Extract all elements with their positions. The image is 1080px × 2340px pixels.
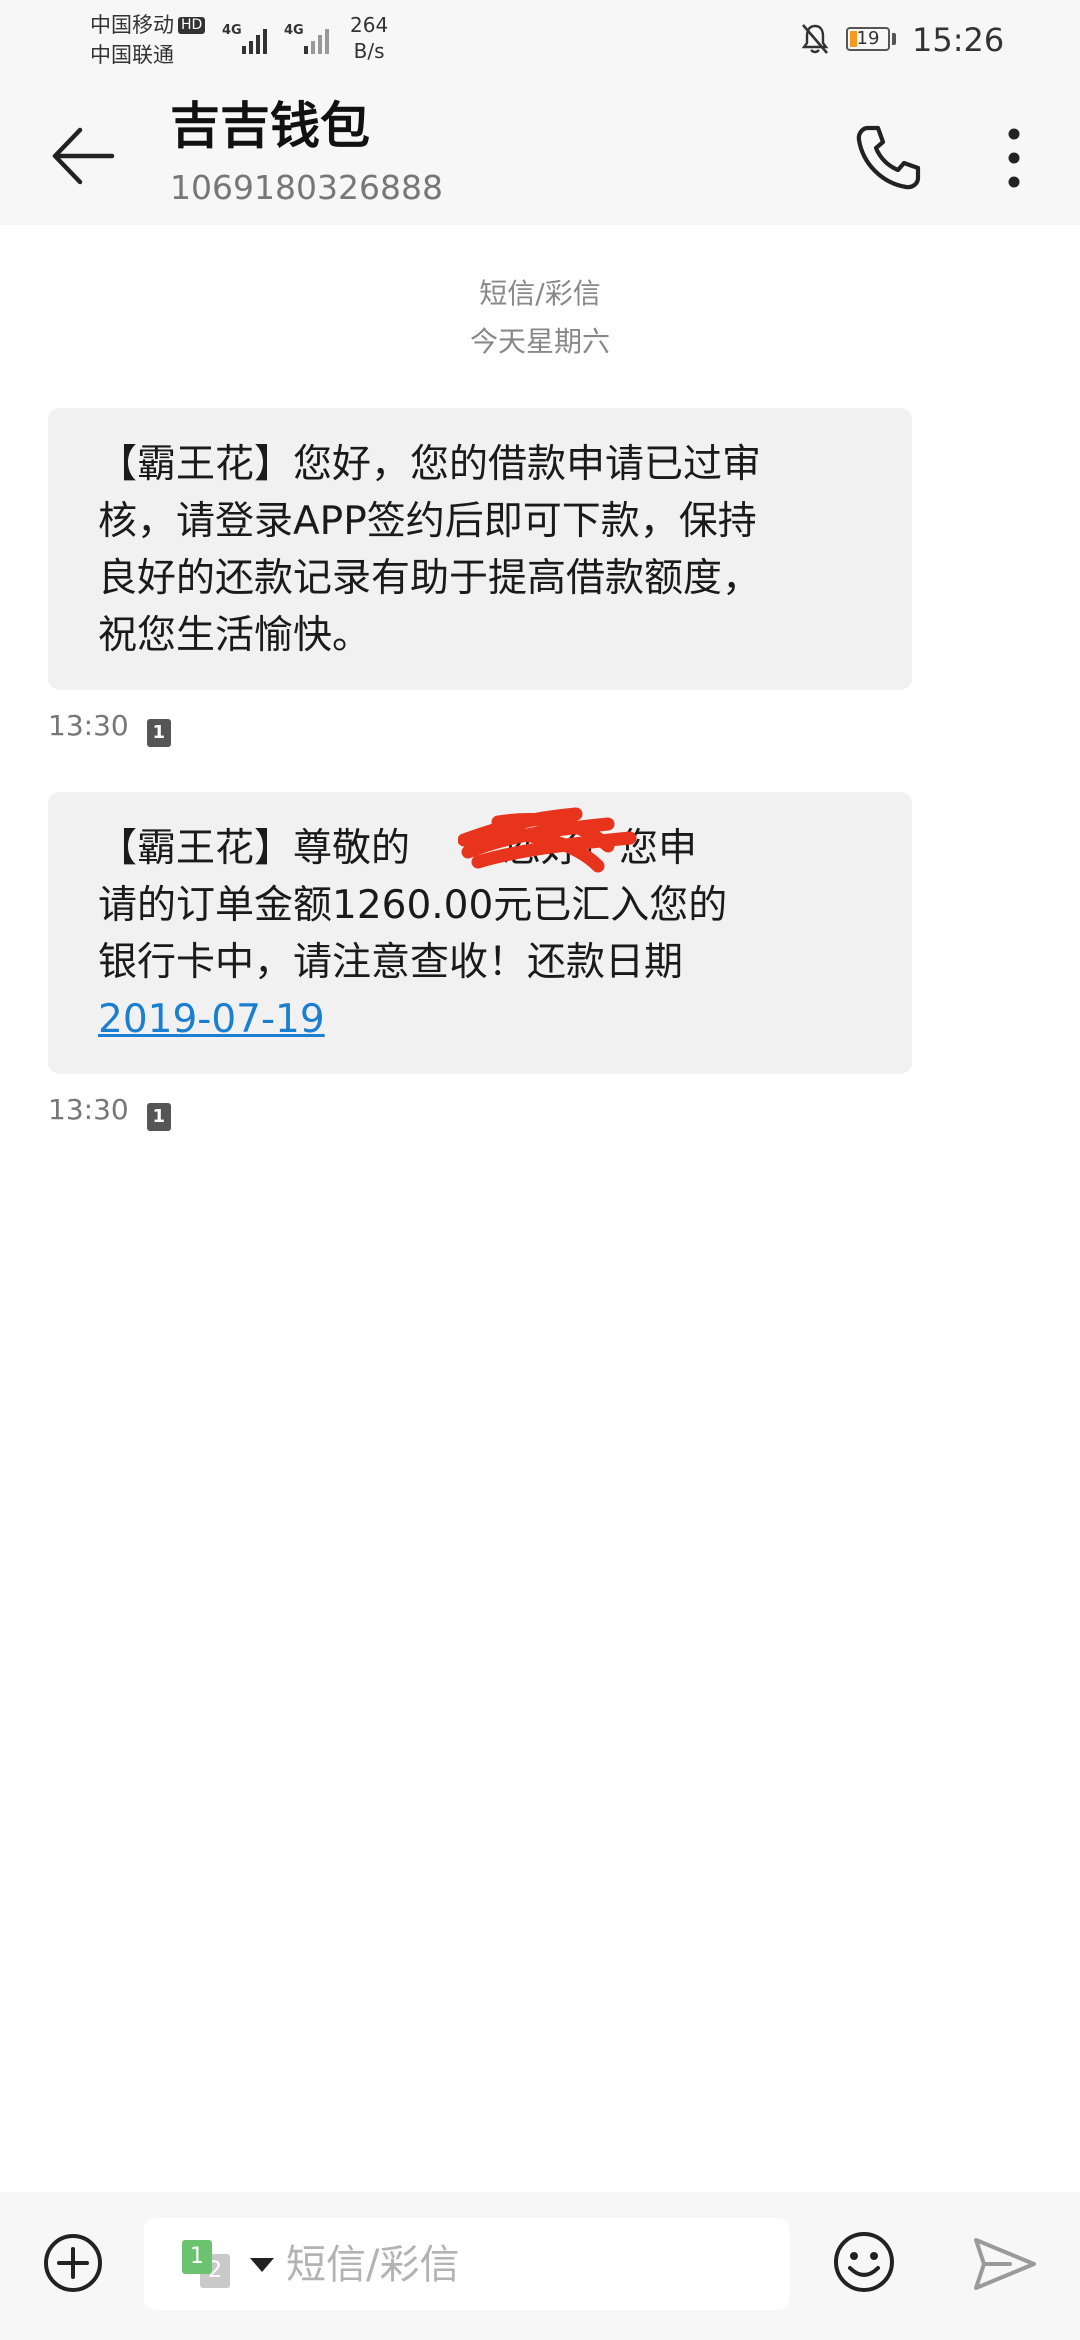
- sim-card-icon: 1: [146, 719, 171, 747]
- signal-icon: 4G: [222, 23, 267, 54]
- signal-icon-2: 4G: [284, 23, 329, 54]
- hd-badge: HD: [178, 17, 206, 34]
- message-line: 良好的还款记录有助于提高借款额度，: [98, 556, 762, 601]
- message-meta: 13:30 1: [48, 1090, 171, 1131]
- carrier-info: 中国移动 HD 中国联通: [90, 10, 206, 70]
- carrier-1-label: 中国移动: [90, 13, 174, 37]
- message-line: 2019-07-19: [98, 991, 868, 1048]
- carrier-2-label: 中国联通: [90, 43, 174, 67]
- network-speed-unit: B/s: [353, 39, 385, 63]
- message-meta: 13:30 1: [48, 706, 171, 747]
- message-line: 祝您生活愉快。: [98, 613, 372, 658]
- sim-card-icon: 1: [146, 1103, 171, 1131]
- compose-box: 2 1: [144, 2218, 790, 2310]
- battery-icon: 19: [846, 27, 890, 51]
- status-clock: 15:26: [912, 21, 1005, 59]
- notifications-off-icon: [801, 24, 829, 54]
- date-link[interactable]: 2019-07-19: [98, 997, 325, 1042]
- add-circle-icon: [44, 2234, 102, 2292]
- composer-bar: 2 1: [0, 2192, 1080, 2340]
- redaction-scribble: [458, 807, 637, 873]
- sim-selector[interactable]: 2 1: [182, 2240, 242, 2290]
- thread-type-label: 短信/彩信: [479, 277, 601, 310]
- send-icon: [974, 2238, 1036, 2290]
- thread-day-label: 今天星期六: [469, 325, 610, 358]
- message-time: 13:30: [48, 709, 129, 742]
- phone-icon: [856, 125, 921, 190]
- contact-number: 1069180326888: [170, 168, 443, 207]
- more-vert-icon: [1008, 128, 1020, 188]
- status-bar: 中国移动 HD 中国联通 4G 4G 264 B/s 19 15:26: [0, 0, 1080, 80]
- network-speed: 264 B/s: [350, 12, 388, 64]
- message-bubble[interactable]: 【霸王花】您好，您的借款申请已过审 核，请登录APP签约后即可下款，保持 良好的…: [48, 408, 912, 690]
- contact-name: 吉吉钱包: [170, 97, 370, 155]
- back-button[interactable]: [42, 118, 126, 194]
- more-options-button[interactable]: [990, 120, 1038, 196]
- call-button[interactable]: [846, 116, 930, 200]
- message-time: 13:30: [48, 1093, 129, 1126]
- back-arrow-icon: [52, 127, 115, 185]
- dropdown-arrow-icon[interactable]: [248, 2256, 276, 2274]
- emoji-button[interactable]: [828, 2226, 900, 2298]
- battery-level: 19: [856, 28, 880, 49]
- network-2-label: 4G: [284, 23, 304, 38]
- message-line-head: 【霸王花】尊敬的: [98, 826, 411, 871]
- network-speed-value: 264: [350, 13, 389, 37]
- conversation-header: 吉吉钱包 1069180326888: [0, 80, 1080, 225]
- network-1-label: 4G: [222, 23, 242, 38]
- send-button[interactable]: [970, 2232, 1040, 2296]
- message-line: 请的订单金额1260.00元已汇入您的: [98, 883, 728, 928]
- battery-tip: [892, 33, 896, 45]
- message-line: 核，请登录APP签约后即可下款，保持: [98, 499, 757, 544]
- sim-1-icon: 1: [182, 2240, 212, 2274]
- message-line: 【霸王花】您好，您的借款申请已过审: [98, 442, 762, 487]
- message-line: 银行卡中，请注意查收！还款日期: [98, 940, 684, 985]
- emoji-icon: [834, 2232, 894, 2292]
- add-attachment-button[interactable]: [38, 2228, 108, 2298]
- message-input[interactable]: [286, 2238, 766, 2292]
